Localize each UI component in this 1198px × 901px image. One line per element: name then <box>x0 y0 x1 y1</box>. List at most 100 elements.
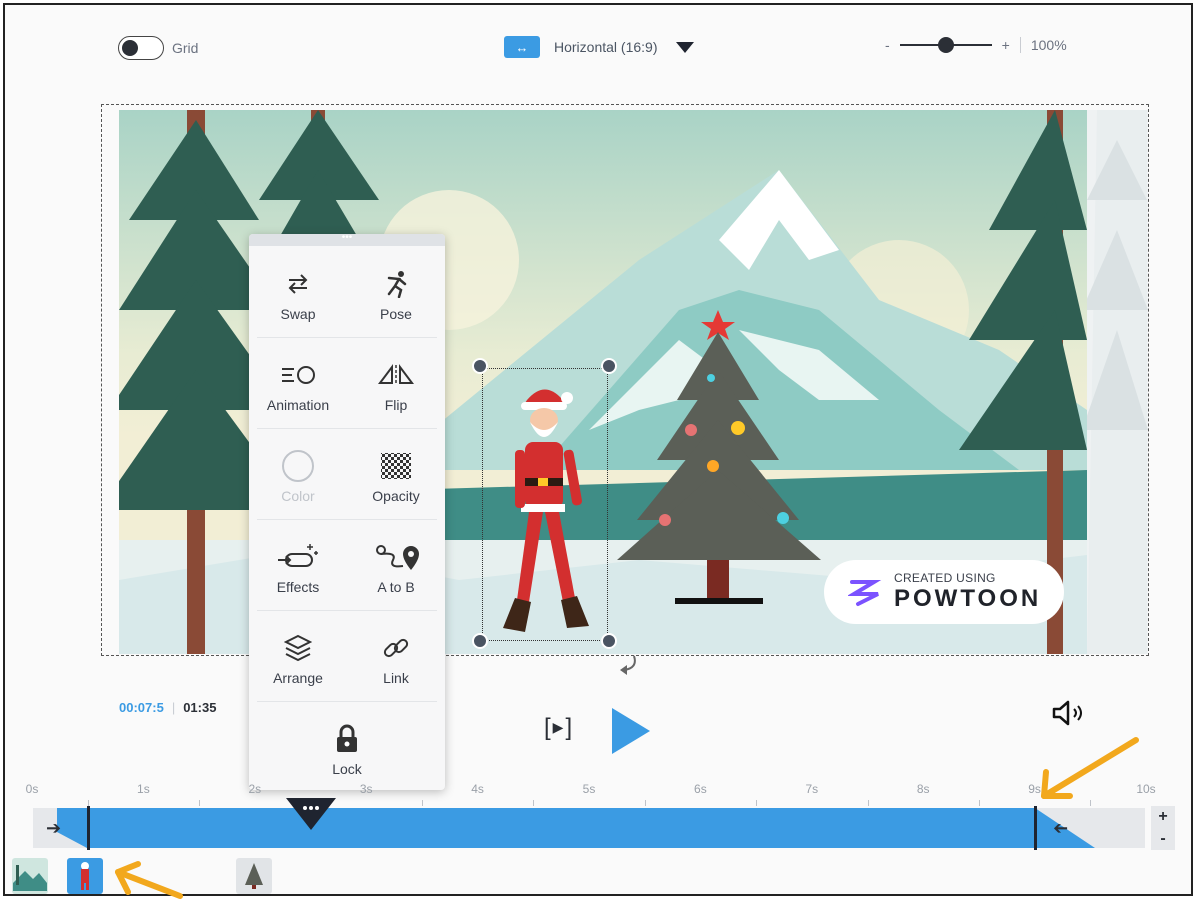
tick-label: 4s <box>471 782 484 796</box>
flip-button[interactable]: Flip <box>347 337 445 427</box>
menu-drag-handle[interactable]: ••• <box>249 233 445 246</box>
timeline-ruler: 0s 1s 2s 3s 4s 5s 6s 7s 8s 9s 10s <box>0 778 1198 808</box>
tick-mark <box>867 800 869 806</box>
resize-handle-bottom-right[interactable] <box>601 633 617 649</box>
object-context-menu: ••• Swap Pose Animation Flip Color Opaci… <box>249 233 445 790</box>
tick-label: 7s <box>805 782 819 796</box>
resize-handle-top-right[interactable] <box>601 358 617 374</box>
grid-label: Grid <box>172 40 199 56</box>
grid-switch-knob <box>122 40 138 56</box>
tree-icon <box>245 863 263 889</box>
watermark-caption: CREATED USING <box>894 571 996 585</box>
santa-character-thumb[interactable] <box>67 858 103 894</box>
tick-label: 3s <box>359 782 373 796</box>
horizontal-aspect-icon: ↔ <box>504 36 540 58</box>
santa-icon <box>81 862 89 890</box>
current-time: 00:07:5 <box>119 700 164 715</box>
pose-icon <box>383 268 409 300</box>
enter-marker[interactable] <box>86 806 90 850</box>
annotation-arrow-icon <box>115 861 183 899</box>
pose-button[interactable]: Pose <box>347 246 445 336</box>
stage-overflow-preview <box>1087 110 1148 654</box>
swap-icon <box>285 268 311 300</box>
lock-label: Lock <box>332 761 362 777</box>
volume-icon[interactable] <box>1050 700 1090 726</box>
effects-label: Effects <box>276 579 320 595</box>
a-to-b-button[interactable]: A to B <box>347 519 445 609</box>
animation-icon <box>280 359 316 391</box>
tick-label: 2s <box>248 782 262 796</box>
enter-arrow-icon: ➔ <box>46 818 62 838</box>
exit-marker[interactable] <box>1033 806 1037 850</box>
tick-label: 0s <box>25 782 39 796</box>
timeline-zoom-in-button[interactable]: + <box>1158 808 1167 826</box>
a-to-b-label: A to B <box>377 579 415 595</box>
zoom-slider-thumb[interactable] <box>937 37 954 53</box>
a-to-b-icon <box>373 541 419 573</box>
watermark-brand: POWTOON <box>894 585 1042 612</box>
opacity-button[interactable]: Opacity <box>347 428 445 518</box>
caret-down-icon[interactable] <box>675 41 694 53</box>
aspect-ratio-selector[interactable]: ↔ Horizontal (16:9) <box>504 36 694 58</box>
color-icon <box>281 450 315 482</box>
total-time: 01:35 <box>183 700 217 715</box>
tick-mark <box>756 800 758 806</box>
tick-mark <box>199 800 201 806</box>
tick-label: 5s <box>582 782 596 796</box>
christmas-tree-thumb[interactable] <box>236 858 272 894</box>
swap-button[interactable]: Swap <box>249 246 347 336</box>
object-timing-bar[interactable] <box>57 808 1095 848</box>
swap-label: Swap <box>280 306 316 322</box>
zoom-slider[interactable] <box>899 37 992 53</box>
link-button[interactable]: Link <box>347 610 445 700</box>
grid-toggle[interactable]: Grid <box>118 36 198 60</box>
play-scene-button[interactable]: [▶] <box>544 714 574 742</box>
divider <box>1019 37 1021 53</box>
powtoon-watermark: CREATED USING POWTOON <box>824 560 1064 624</box>
zoom-value: 100% <box>1030 37 1067 53</box>
tick-mark <box>533 800 535 806</box>
tick-mark <box>421 800 423 806</box>
landscape-icon <box>13 861 47 891</box>
aspect-ratio-label: Horizontal (16:9) <box>554 39 658 55</box>
playhead-scrubber[interactable] <box>285 798 336 832</box>
annotation-arrow-icon <box>1041 737 1139 799</box>
zoom-in-button[interactable]: + <box>1002 37 1010 53</box>
tick-label: 8s <box>916 782 930 796</box>
flip-label: Flip <box>384 397 408 413</box>
zoom-control: - + 100% <box>885 37 1067 53</box>
timeline-zoom-out-button[interactable]: - <box>1160 830 1165 848</box>
flip-icon <box>378 359 414 391</box>
lock-icon <box>335 723 359 755</box>
tick-mark <box>978 800 980 806</box>
arrange-button[interactable]: Arrange <box>249 610 347 700</box>
opacity-label: Opacity <box>372 488 420 504</box>
resize-handle-top-left[interactable] <box>472 358 488 374</box>
time-display: 00:07:5 | 01:35 <box>119 700 216 715</box>
zoom-out-button[interactable]: - <box>885 37 890 53</box>
effects-icon <box>276 541 320 573</box>
selection-box <box>482 368 608 641</box>
exit-arrow-icon: ➔ <box>1053 818 1069 838</box>
tick-label: 6s <box>694 782 707 796</box>
animation-label: Animation <box>266 397 330 413</box>
background-scene-thumb[interactable] <box>12 858 48 894</box>
grid-switch[interactable] <box>118 36 164 60</box>
animation-button[interactable]: Animation <box>249 337 347 427</box>
opacity-icon <box>379 450 413 482</box>
time-separator: | <box>171 700 176 715</box>
play-button[interactable] <box>612 708 650 754</box>
link-label: Link <box>383 670 409 686</box>
timeline-zoom-control[interactable]: + - <box>1151 806 1175 850</box>
color-label: Color <box>281 488 315 504</box>
arrange-label: Arrange <box>273 670 323 686</box>
link-icon <box>382 632 410 664</box>
effects-button[interactable]: Effects <box>249 519 347 609</box>
tick-mark <box>644 800 646 806</box>
powtoon-logo-icon <box>848 580 882 606</box>
arrange-icon <box>284 632 312 664</box>
resize-handle-bottom-left[interactable] <box>472 633 488 649</box>
rotate-icon[interactable] <box>618 652 640 676</box>
christmas-tree-character[interactable] <box>617 310 827 606</box>
color-button: Color <box>249 428 347 518</box>
